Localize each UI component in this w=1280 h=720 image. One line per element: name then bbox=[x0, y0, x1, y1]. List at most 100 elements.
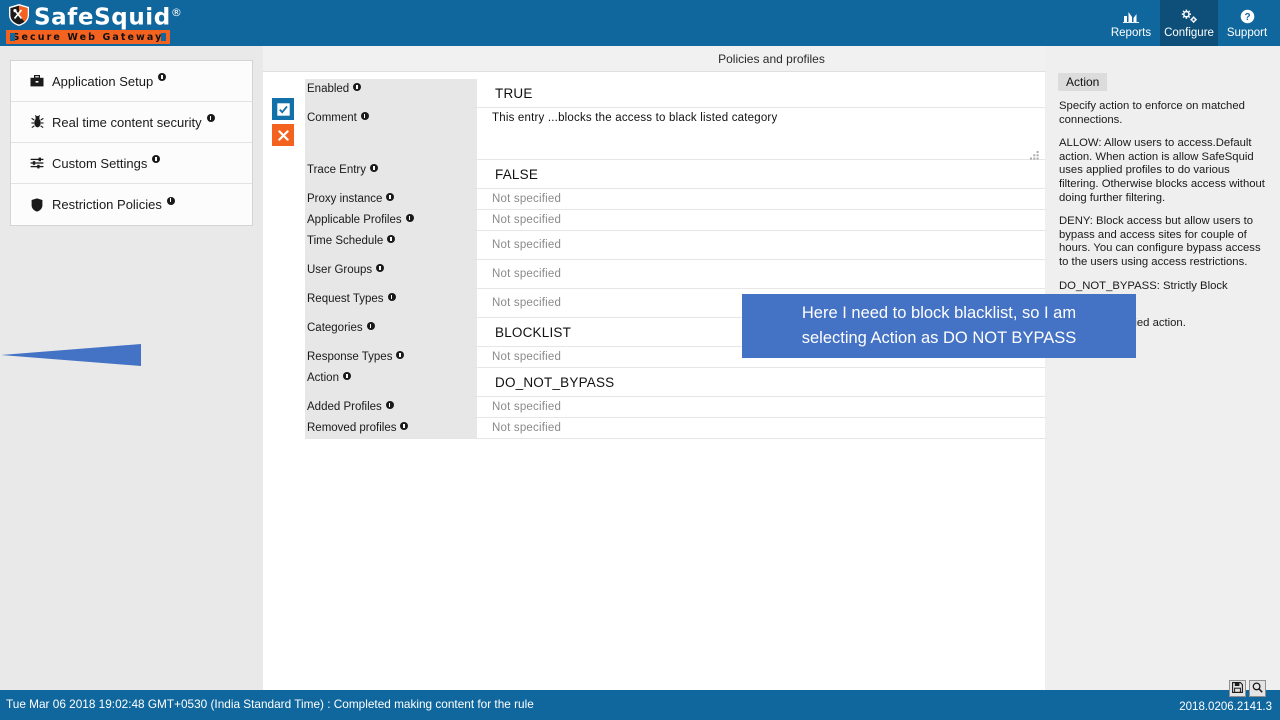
sidebar-item-real-time-content-security[interactable]: Real time content security bbox=[11, 102, 252, 143]
brand-registered-mark: ® bbox=[170, 5, 183, 19]
status-message: Tue Mar 06 2018 19:02:48 GMT+0530 (India… bbox=[6, 697, 534, 711]
info-icon[interactable] bbox=[405, 214, 414, 222]
label-text: Applicable Profiles bbox=[307, 214, 402, 226]
field-value-added-profiles[interactable]: Not specified bbox=[477, 397, 1045, 417]
help-panel: Action Specify action to enforce on matc… bbox=[1045, 46, 1280, 690]
value-text: Not specified bbox=[492, 193, 562, 205]
sidebar-label-restriction-policies: Restriction Policies bbox=[52, 197, 162, 212]
label-text: Proxy instance bbox=[307, 193, 383, 205]
field-value-comment[interactable]: This entry ...blocks the access to black… bbox=[477, 108, 1045, 160]
brand-tagline: Secure Web Gateway bbox=[12, 31, 164, 43]
field-row-comment: Comment This entry ...blocks the access … bbox=[305, 108, 1045, 160]
save-icon bbox=[1232, 680, 1243, 698]
info-icon[interactable] bbox=[206, 114, 215, 122]
field-value-applicable-profiles[interactable]: Not specified bbox=[477, 210, 1045, 230]
info-icon[interactable] bbox=[342, 372, 351, 380]
field-value-removed-profiles[interactable]: Not specified bbox=[477, 418, 1045, 438]
info-icon[interactable] bbox=[370, 164, 379, 172]
callout-line-1: Here I need to block blacklist, so I am bbox=[801, 304, 1077, 322]
value-text: This entry ...blocks the access to black… bbox=[492, 112, 778, 124]
field-label-time-schedule: Time Schedule bbox=[305, 231, 477, 259]
field-row-time-schedule: Time Schedule Not specified bbox=[305, 231, 1088, 260]
info-icon[interactable] bbox=[166, 196, 175, 205]
info-icon[interactable] bbox=[158, 73, 167, 81]
label-text: Action bbox=[307, 372, 339, 384]
sidebar-item-restriction-policies[interactable]: Restriction Policies bbox=[11, 184, 252, 225]
value-text: TRUE bbox=[495, 85, 533, 101]
info-icon[interactable] bbox=[360, 112, 369, 120]
question-circle-icon: ? bbox=[1240, 8, 1255, 25]
main-navigation: Reports Configure ? Support bbox=[1102, 0, 1276, 46]
label-text: Comment bbox=[307, 112, 357, 124]
info-icon[interactable] bbox=[353, 83, 362, 91]
sidebar-label-custom-settings: Custom Settings bbox=[52, 155, 148, 171]
search-button[interactable] bbox=[1249, 680, 1266, 697]
info-icon[interactable] bbox=[386, 193, 395, 201]
sidebar-label-application-setup: Application Setup bbox=[52, 73, 154, 89]
help-panel-title: Action bbox=[1058, 73, 1108, 91]
textarea-resize-grip[interactable] bbox=[1030, 147, 1039, 160]
field-label-proxy-instance: Proxy instance bbox=[305, 189, 477, 209]
sidebar-item-application-setup[interactable]: Application Setup bbox=[11, 61, 252, 102]
value-text: Not specified bbox=[492, 239, 562, 251]
nav-item-reports[interactable]: Reports bbox=[1102, 0, 1160, 46]
callout-pointer-tail bbox=[1, 344, 141, 366]
field-value-user-groups[interactable]: Not specified bbox=[477, 260, 1088, 288]
field-value-proxy-instance[interactable]: Not specified bbox=[477, 189, 1045, 209]
nav-item-configure[interactable]: Configure bbox=[1160, 0, 1218, 46]
svg-text:?: ? bbox=[1244, 12, 1250, 23]
field-label-removed-profiles: Removed profiles bbox=[305, 418, 477, 438]
label-text: Removed profiles bbox=[307, 422, 397, 434]
callout-annotation: Here I need to block blacklist, so I am … bbox=[742, 294, 1136, 358]
gears-icon bbox=[1181, 8, 1198, 25]
value-text: Not specified bbox=[492, 401, 562, 413]
callout-line-2: selecting Action as DO NOT BYPASS bbox=[801, 329, 1077, 347]
label-text: Trace Entry bbox=[307, 164, 367, 176]
help-paragraph: Specify action to enforce on matched con… bbox=[1059, 100, 1245, 126]
info-icon[interactable] bbox=[400, 422, 409, 430]
brand-name: SafeSquid® bbox=[34, 1, 183, 29]
field-label-trace-entry: Trace Entry bbox=[305, 160, 477, 188]
label-text: User Groups bbox=[307, 264, 373, 276]
field-label-added-profiles: Added Profiles bbox=[305, 397, 477, 417]
info-icon[interactable] bbox=[387, 293, 396, 301]
info-icon[interactable] bbox=[366, 322, 375, 330]
value-text: Not specified bbox=[492, 297, 562, 309]
label-text: Time Schedule bbox=[307, 235, 384, 247]
field-row-action: Action DO_NOT_BYPASS bbox=[305, 368, 1045, 397]
field-label-comment: Comment bbox=[305, 108, 477, 159]
field-value-time-schedule[interactable]: Not specified bbox=[477, 231, 1088, 259]
field-value-action[interactable]: DO_NOT_BYPASS bbox=[477, 368, 1045, 396]
save-button[interactable] bbox=[1229, 680, 1246, 697]
field-value-enabled[interactable]: TRUE bbox=[477, 79, 1045, 107]
field-row-applicable-profiles: Applicable Profiles Not specified bbox=[305, 210, 1045, 231]
field-row-added-profiles: Added Profiles Not specified bbox=[305, 397, 1045, 418]
field-label-request-types: Request Types bbox=[305, 289, 477, 317]
field-label-enabled: Enabled bbox=[305, 79, 477, 107]
footer-tool-buttons bbox=[1229, 680, 1266, 697]
value-text: Not specified bbox=[492, 351, 562, 363]
label-text: Request Types bbox=[307, 293, 384, 305]
value-text: Not specified bbox=[492, 422, 562, 434]
chart-icon bbox=[1122, 8, 1140, 25]
version-label: 2018.0206.2141.3 bbox=[1179, 701, 1272, 713]
info-icon[interactable] bbox=[152, 155, 161, 163]
rule-delete-button[interactable] bbox=[272, 124, 294, 146]
info-icon[interactable] bbox=[385, 401, 394, 409]
value-text: FALSE bbox=[495, 166, 539, 182]
bug-icon bbox=[29, 114, 45, 130]
info-icon[interactable] bbox=[376, 264, 385, 272]
value-text: Not specified bbox=[492, 268, 562, 280]
rule-enabled-checkbox[interactable] bbox=[272, 98, 294, 120]
field-label-action: Action bbox=[305, 368, 477, 396]
nav-item-support[interactable]: ? Support bbox=[1218, 0, 1276, 46]
field-list: Enabled TRUE Comment This entry ...block… bbox=[305, 79, 1088, 439]
sidebar-item-custom-settings[interactable]: Custom Settings bbox=[11, 143, 252, 184]
field-label-response-types: Response Types bbox=[305, 347, 477, 367]
info-icon[interactable] bbox=[396, 351, 405, 359]
shield-icon bbox=[29, 197, 45, 213]
field-value-trace-entry[interactable]: FALSE bbox=[477, 160, 1045, 188]
info-icon[interactable] bbox=[387, 235, 396, 243]
status-bar: Tue Mar 06 2018 19:02:48 GMT+0530 (India… bbox=[0, 680, 1280, 720]
row-action-buttons bbox=[272, 98, 294, 150]
